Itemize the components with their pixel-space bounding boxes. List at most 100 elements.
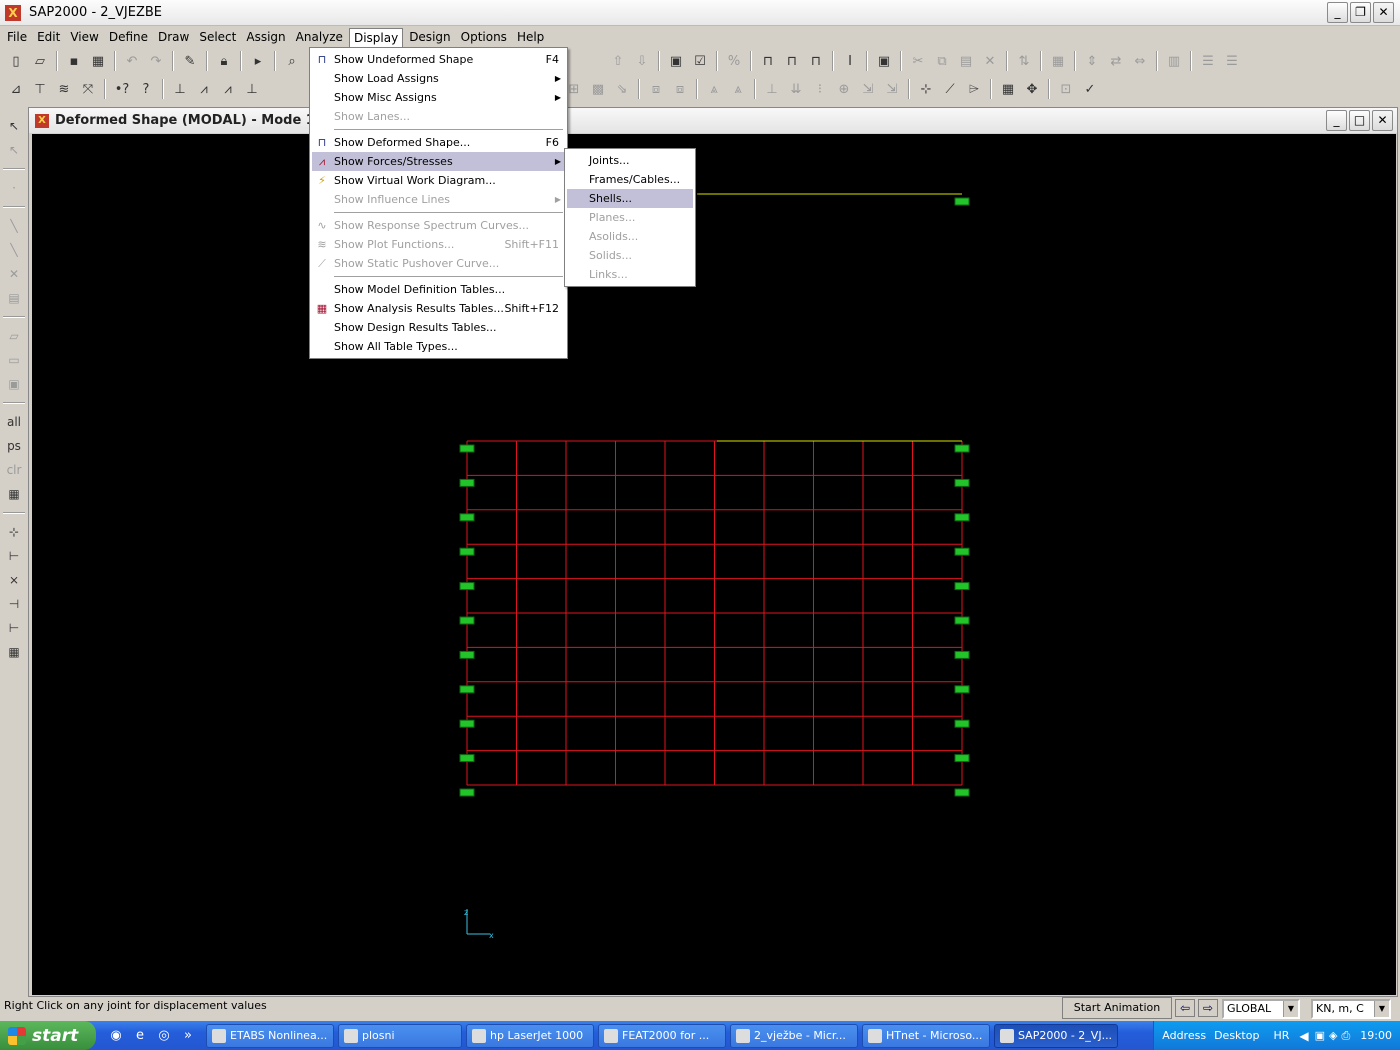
query-icon[interactable]: ?	[135, 78, 157, 100]
taskbar-task[interactable]: ETABS Nonlinea...	[206, 1023, 334, 1048]
draw-joint-icon[interactable]: ·	[3, 177, 25, 199]
cut-icon[interactable]: ✂	[907, 50, 929, 72]
display-menu-item[interactable]: ⩘ Show Forces/Stresses ▶	[312, 152, 565, 171]
minimize-button[interactable]: _	[1327, 2, 1348, 23]
frame-load-icon[interactable]: ⇊	[785, 78, 807, 100]
merge-icon[interactable]: ⇔	[1129, 50, 1151, 72]
menu-draw[interactable]: Draw	[154, 28, 193, 46]
tray-back-icon[interactable]: ◀	[1299, 1029, 1308, 1043]
menu-define[interactable]: Define	[105, 28, 152, 46]
intersect-select-icon[interactable]: ▦	[3, 483, 25, 505]
restore-button[interactable]: ❐	[1350, 2, 1371, 23]
taskbar-task[interactable]: HTnet - Microso...	[862, 1023, 990, 1048]
joint-support[interactable]	[954, 685, 970, 694]
zoom-window-icon[interactable]: ⌕	[281, 50, 303, 72]
forces-icon[interactable]: ⊓	[805, 50, 827, 72]
forces-submenu-item[interactable]: Frames/Cables...	[567, 170, 693, 189]
select-all-icon[interactable]: all	[3, 411, 25, 433]
draw-brace-icon[interactable]: ✕	[3, 263, 25, 285]
display-menu-item[interactable]: ▦ Show Analysis Results Tables... Shift+F1…	[312, 299, 565, 318]
display-menu-item[interactable]: Show Misc Assigns ▶	[312, 88, 565, 107]
snap-fine-grid-icon[interactable]: ▦	[3, 641, 25, 663]
joint-support[interactable]	[459, 616, 475, 625]
check-icon[interactable]: ☑	[689, 50, 711, 72]
inner-close-button[interactable]: ✕	[1372, 110, 1393, 131]
start-animation-button[interactable]: Start Animation	[1062, 997, 1172, 1019]
menu-edit[interactable]: Edit	[33, 28, 64, 46]
menu-help[interactable]: Help	[513, 28, 548, 46]
close-button[interactable]: ✕	[1373, 2, 1394, 23]
define-frames-icon[interactable]: ⊥	[169, 78, 191, 100]
joint-restraint-icon[interactable]: ⩓	[703, 78, 725, 100]
quick-area-icon[interactable]: ▣	[3, 373, 25, 395]
joint-support[interactable]	[954, 754, 970, 763]
xz-view-icon[interactable]: ⊤	[29, 78, 51, 100]
previous-select-icon[interactable]: ps	[3, 435, 25, 457]
layers-icon[interactable]: ≋	[53, 78, 75, 100]
printer-icon[interactable]: ⎙	[1341, 1029, 1350, 1043]
joint-support[interactable]	[459, 788, 475, 797]
new-file-icon[interactable]: ▯	[5, 50, 27, 72]
combo-icon[interactable]: ⊥	[241, 78, 263, 100]
snap-points-icon[interactable]: ⊹	[915, 78, 937, 100]
menu-assign[interactable]: Assign	[242, 28, 289, 46]
area-load-icon[interactable]: ⇲	[881, 78, 903, 100]
taskbar-task[interactable]: hp LaserJet 1000	[466, 1023, 594, 1048]
delete-icon[interactable]: ✕	[979, 50, 1001, 72]
frame-section-icon[interactable]: ⊥	[761, 78, 783, 100]
snap-ends-icon[interactable]: ⊢	[3, 545, 25, 567]
prev-mode-button[interactable]: ⇦	[1175, 999, 1195, 1017]
section-icon[interactable]: I	[839, 50, 861, 72]
model-canvas[interactable]: z x	[32, 134, 1396, 995]
quick-frame-icon[interactable]: ╲	[3, 239, 25, 261]
language-indicator[interactable]: HR	[1273, 1029, 1289, 1042]
grid-select-icon[interactable]: ▣	[665, 50, 687, 72]
joint-support[interactable]	[459, 685, 475, 694]
redo-icon[interactable]: ↷	[145, 50, 167, 72]
copy-icon[interactable]: ⧉	[931, 50, 953, 72]
quicklaunch-ie-icon[interactable]: e	[130, 1026, 150, 1046]
snap-intersect-icon[interactable]: ⌲	[963, 78, 985, 100]
run-icon[interactable]: ▸	[247, 50, 269, 72]
quicklaunch-app-icon[interactable]: ◎	[154, 1026, 174, 1046]
object-info-icon[interactable]: •?	[111, 78, 133, 100]
network-icon[interactable]: ▣	[1315, 1029, 1325, 1042]
check-model-icon[interactable]: ✓	[1079, 78, 1101, 100]
volume-icon[interactable]: ◈	[1329, 1029, 1337, 1042]
divide-icon[interactable]: ▥	[1163, 50, 1185, 72]
pencil-icon[interactable]: ✎	[179, 50, 201, 72]
joint-support[interactable]	[459, 478, 475, 487]
menu-select[interactable]: Select	[195, 28, 240, 46]
assign-area-icon[interactable]: ▩	[587, 78, 609, 100]
frame-pdelta-icon[interactable]: ⊕	[833, 78, 855, 100]
next-mode-button[interactable]: ⇨	[1198, 999, 1218, 1017]
percent-icon[interactable]: %	[723, 50, 745, 72]
draw-section-cut-icon[interactable]: ▤	[3, 287, 25, 309]
frame-temp-icon[interactable]: ⁝	[809, 78, 831, 100]
forces-submenu-item[interactable]: Shells...	[567, 189, 693, 208]
display-menu-item[interactable]: Show Design Results Tables...	[312, 318, 565, 337]
inner-maximize-button[interactable]: □	[1349, 110, 1370, 131]
display-menu-item[interactable]: ⚡ Show Virtual Work Diagram...	[312, 171, 565, 190]
snap-lines-left-icon[interactable]: ⊢	[3, 617, 25, 639]
paste-icon[interactable]: ▤	[955, 50, 977, 72]
open-folder-icon[interactable]: ▱	[29, 50, 51, 72]
joint-support[interactable]	[459, 582, 475, 591]
quicklaunch-browser-icon[interactable]: ◉	[106, 1026, 126, 1046]
deformed-icon[interactable]: ⊓	[781, 50, 803, 72]
joint-support[interactable]	[459, 513, 475, 522]
taskbar-task[interactable]: FEAT2000 for ...	[598, 1023, 726, 1048]
join-icon[interactable]: ⇄	[1105, 50, 1127, 72]
replicate-icon[interactable]: ⇅	[1013, 50, 1035, 72]
forces-submenu-item[interactable]: Joints...	[567, 151, 693, 170]
local-axes-icon[interactable]: ⧈	[669, 78, 691, 100]
joint-support[interactable]	[954, 513, 970, 522]
display-options-icon[interactable]: ▣	[873, 50, 895, 72]
frame-icon[interactable]: ⊓	[757, 50, 779, 72]
joint-support[interactable]	[954, 547, 970, 556]
load-pattern-icon[interactable]: ⩘	[193, 78, 215, 100]
lock-icon[interactable]: 🔒︎	[213, 50, 235, 72]
mesh-icon[interactable]: ▦	[1047, 50, 1069, 72]
quicklaunch-more-icon[interactable]: »	[178, 1026, 198, 1046]
add-icon[interactable]: ⊡	[1055, 78, 1077, 100]
